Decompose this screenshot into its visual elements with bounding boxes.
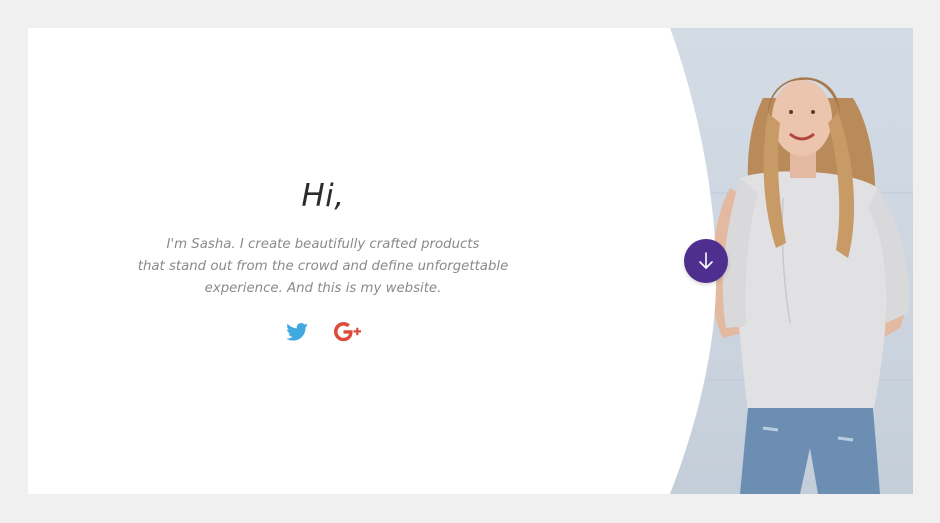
intro-text: I'm Sasha. I create beautifully crafted …	[123, 234, 523, 300]
hero-content: Hi, I'm Sasha. I create beautifully craf…	[123, 178, 523, 344]
arrow-down-icon	[699, 252, 713, 269]
greeting-heading: Hi,	[301, 178, 345, 214]
social-links	[123, 320, 523, 344]
twitter-icon	[286, 323, 308, 341]
scroll-down-button[interactable]	[684, 239, 728, 283]
intro-line: I'm Sasha. I create beautifully crafted …	[166, 237, 480, 252]
google-plus-link[interactable]	[334, 320, 364, 344]
intro-line: that stand out from the crowd and define…	[137, 259, 509, 274]
google-plus-icon	[334, 322, 361, 342]
twitter-link[interactable]	[282, 320, 312, 344]
hero-card: Hi, I'm Sasha. I create beautifully craf…	[28, 28, 913, 494]
intro-line: experience. And this is my website.	[204, 281, 442, 296]
